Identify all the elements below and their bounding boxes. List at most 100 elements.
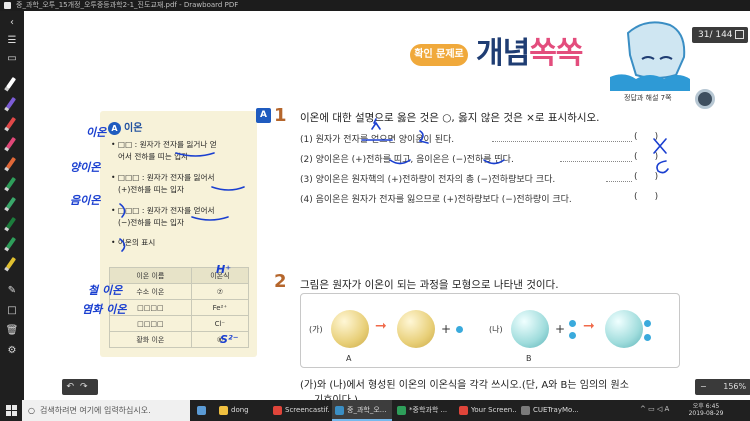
- answer-blank: ( ): [634, 172, 659, 182]
- concept-line: 어서 전하를 띠는 입자: [118, 152, 189, 161]
- table-row: □□□□ Fe²⁺: [109, 299, 250, 316]
- table-row: □□□□ Cl⁻: [109, 315, 250, 332]
- electron-icon: [569, 320, 576, 327]
- pen-tool-icon[interactable]: [5, 136, 17, 150]
- system-tray[interactable]: ^ ▭ ◁ A: [640, 405, 680, 416]
- concept-line: • □□ : 원자가 전자를 잃거나 얻: [111, 140, 217, 149]
- taskbar-item-label: dong: [231, 406, 249, 414]
- table-row: 황화 이온 ⑧: [109, 331, 250, 348]
- ion-b: [605, 310, 643, 348]
- pen-tool-icon[interactable]: [5, 176, 17, 190]
- concept-line: • □□□ : 원자가 전자를 얻어서: [111, 206, 215, 215]
- concept-line: • □□□ : 원자가 전자를 잃어서: [111, 173, 215, 182]
- concept-line: • 이온의 표시: [111, 238, 156, 247]
- window-title: 중_과학_오투_15개정_오투중등과학2-1_진도교재.pdf - Drawbo…: [16, 1, 239, 9]
- page-counter[interactable]: 31/ 144: [692, 27, 748, 43]
- answer-blank: ( ): [634, 152, 659, 162]
- zoom-control[interactable]: − 156% +: [695, 379, 750, 395]
- taskbar-item[interactable]: Your Screen...: [456, 400, 516, 421]
- answer-leader: [492, 141, 632, 142]
- question-item: (2) 양이온은 (+)전하를 띠고, 음이온은 (−)전하를 띤다.: [300, 155, 514, 165]
- clock-date: 2019-08-29: [688, 410, 724, 417]
- taskbar-item[interactable]: CUETrayMo...: [518, 400, 578, 421]
- table-cell: ⑧: [190, 331, 250, 348]
- electron-icon: [456, 326, 463, 333]
- electron-icon: [644, 334, 651, 341]
- concept-heading: A 이온: [108, 119, 142, 135]
- question-number: 1: [274, 105, 287, 126]
- taskbar-item[interactable]: *중학과학 ...: [394, 400, 454, 421]
- table-cell: Fe²⁺: [190, 299, 250, 316]
- table-row: 수소 이온 ⑦: [109, 283, 250, 300]
- taskbar-clock[interactable]: 오후 6:45 2019-08-29: [684, 403, 728, 417]
- arrow-icon: ➞: [375, 318, 387, 334]
- ink-answer-o: [656, 160, 669, 174]
- atom-b: [511, 310, 549, 348]
- scroll-nav-icon[interactable]: [695, 89, 715, 109]
- windows-taskbar: 검색하려면 여기에 입력하십시오. dong Screencastif... 중…: [0, 400, 750, 421]
- answer-leader: [560, 161, 632, 162]
- page-counter-label: 31/ 144: [698, 30, 733, 40]
- taskview-icon[interactable]: [194, 400, 214, 421]
- pen-tool-icon[interactable]: [5, 116, 17, 130]
- taskbar-item-active[interactable]: 중_과학_오...: [332, 400, 392, 421]
- folder-icon[interactable]: ▭: [4, 51, 20, 67]
- eraser-icon[interactable]: ✎: [4, 283, 20, 299]
- question-item: (3) 양이온은 원자핵의 (+)전하량이 전자의 총 (−)전하량보다 크다.: [300, 175, 556, 185]
- windows-start-icon[interactable]: [6, 405, 18, 417]
- zoom-level: 156%: [723, 382, 747, 391]
- ion-table: 이온 이름 이온식 수소 이온 ⑦ □□□□ Fe²⁺ □□□□ Cl⁻ 황화 …: [109, 267, 250, 348]
- app-icon: [4, 2, 11, 9]
- table-header: 이온식: [190, 267, 250, 284]
- section-badge: A: [108, 122, 121, 135]
- figure-label-b: (나): [489, 325, 503, 334]
- atom-a-label: A: [346, 354, 352, 363]
- table-cell: 수소 이온: [109, 283, 192, 300]
- answer-blank: ( ): [634, 192, 659, 202]
- question-prompt: 그림은 원자가 이온이 되는 과정을 모형으로 나타낸 것이다.: [300, 279, 559, 291]
- header-badge: 확인 문제로: [410, 44, 468, 66]
- electron-icon: [644, 320, 651, 327]
- pen-tool-icon[interactable]: [5, 76, 17, 90]
- taskbar-item-label: Screencastif...: [285, 406, 330, 414]
- table-cell: □□□□: [109, 315, 192, 332]
- shapes-icon[interactable]: □: [4, 303, 20, 319]
- pen-tool-icon[interactable]: [5, 156, 17, 170]
- settings-icon[interactable]: ⚙: [4, 343, 20, 359]
- taskbar-item-label: CUETrayMo...: [533, 406, 578, 414]
- taskbar-search-input[interactable]: 검색하려면 여기에 입력하십시오.: [22, 400, 190, 421]
- question-number: 2: [274, 271, 287, 292]
- table-cell: Cl⁻: [190, 315, 250, 332]
- question-item: (1) 원자가 전자를 얻으면 양이온이 된다.: [300, 135, 455, 145]
- menu-icon[interactable]: ☰: [4, 33, 20, 49]
- figure-label-a: (가): [309, 325, 323, 334]
- plus-sign: +: [441, 322, 452, 336]
- pen-tool-icon[interactable]: [5, 196, 17, 210]
- ion-model-figure: (가) A ➞ + (나) B + ➞: [300, 293, 680, 368]
- zoom-out-button[interactable]: −: [700, 382, 707, 391]
- taskbar-item[interactable]: dong: [216, 400, 268, 421]
- electron-icon: [569, 332, 576, 339]
- pen-tool-icon[interactable]: [5, 256, 17, 270]
- page-grid-icon[interactable]: [735, 30, 744, 39]
- ion-a: [397, 310, 435, 348]
- undo-redo-control[interactable]: ↶↷: [62, 379, 98, 395]
- concept-line: (−)전하를 띠는 입자: [118, 218, 185, 227]
- header-title-part2: 쏙쏙: [529, 36, 583, 71]
- taskbar-item[interactable]: Screencastif...: [270, 400, 330, 421]
- concept-title: 이온: [124, 123, 143, 134]
- table-cell: □□□□: [109, 299, 192, 316]
- pen-tool-icon[interactable]: [5, 236, 17, 250]
- pdf-page[interactable]: 31/ 144 확인 문제로 개념쏙쏙 정답과 해설 7쪽 A 이온 • □□ :…: [24, 11, 750, 400]
- title-bar: 중_과학_오투_15개정_오투중등과학2-1_진도교재.pdf - Drawbo…: [0, 0, 750, 11]
- clock-time: 오후 6:45: [692, 403, 720, 410]
- back-icon[interactable]: ‹: [4, 15, 20, 31]
- pen-tool-icon[interactable]: [5, 216, 17, 230]
- pen-tool-icon[interactable]: [5, 96, 17, 110]
- ink-cation: 양이온: [70, 161, 101, 174]
- arrow-icon: ➞: [583, 318, 595, 334]
- taskbar-item-label: *중학과학 ...: [409, 406, 448, 414]
- table-header: 이온 이름: [109, 267, 192, 284]
- trash-icon[interactable]: 🗑: [4, 323, 20, 339]
- question-prompt: 이온에 대한 설명으로 옳은 것은 ○, 옳지 않은 것은 ×로 표시하시오.: [300, 112, 600, 124]
